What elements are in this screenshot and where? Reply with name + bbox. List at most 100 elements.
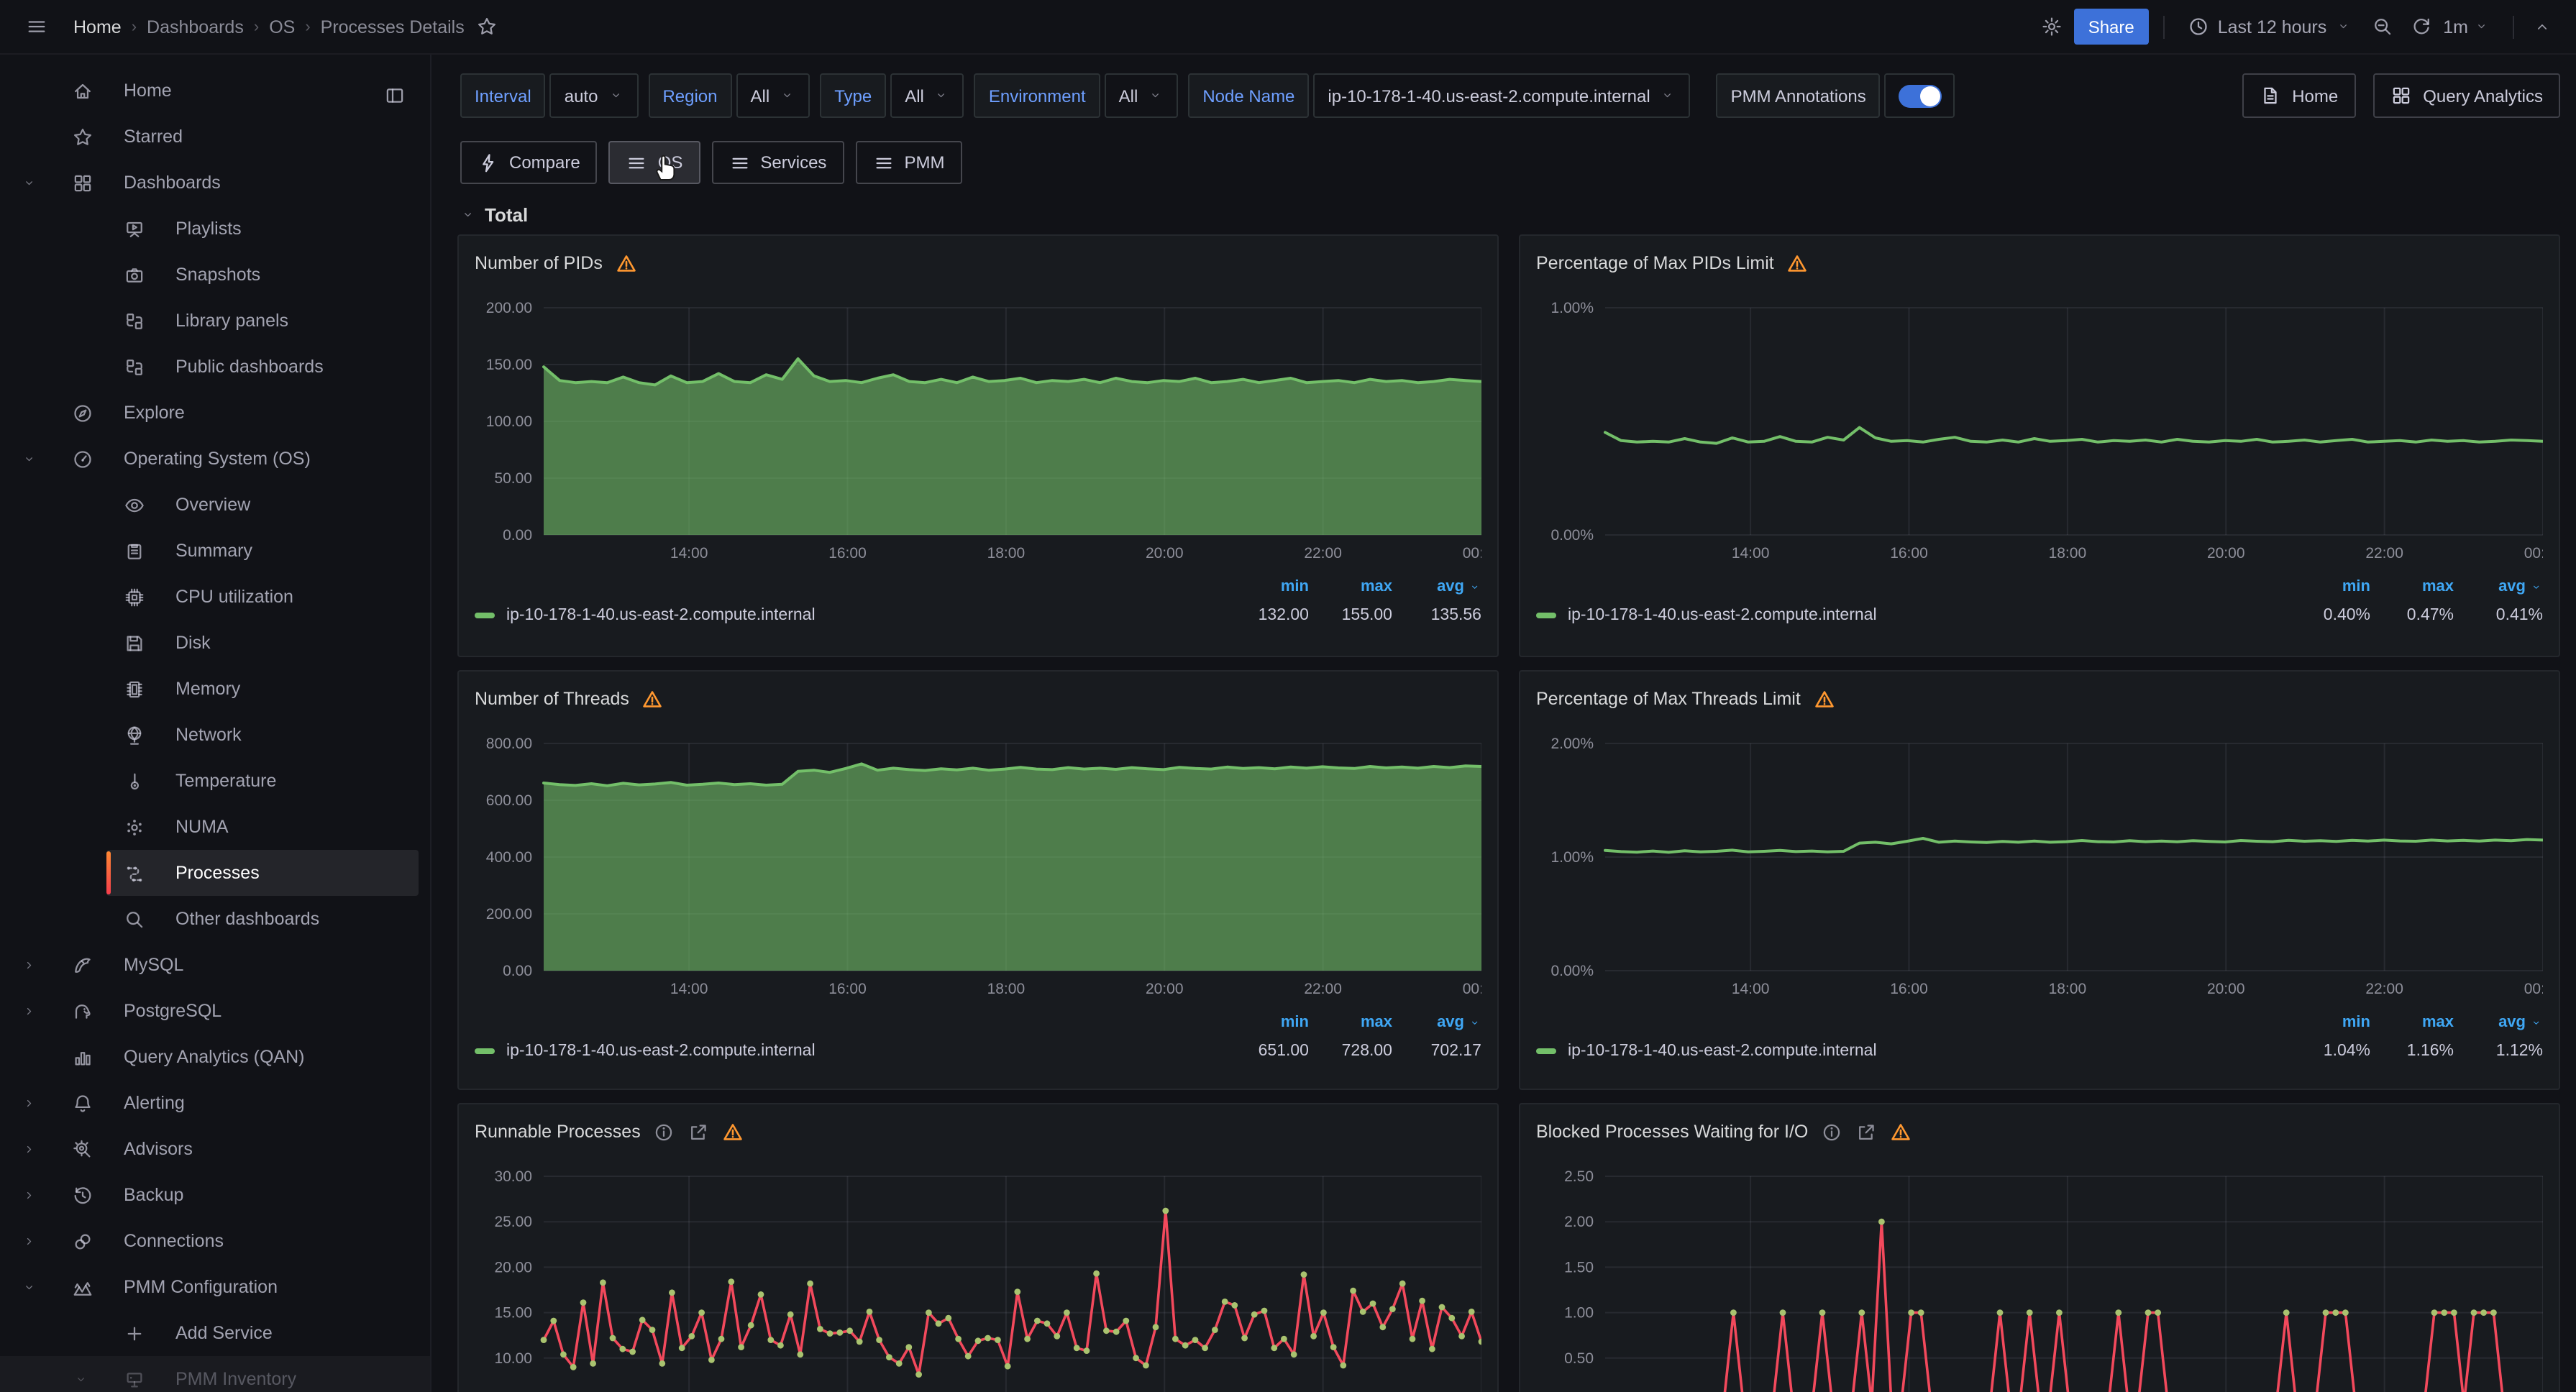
sidebar-item-home[interactable]: Home bbox=[0, 68, 430, 114]
chart-canvas-pids_pct[interactable]: 0.00%1.00%14:0016:0018:0020:0022:0000:00 bbox=[1536, 280, 2543, 568]
filter-value-region[interactable]: All bbox=[736, 73, 810, 118]
legend-sort-avg[interactable]: avg bbox=[2454, 1014, 2543, 1031]
external-link-icon[interactable] bbox=[1855, 1121, 1877, 1143]
legend-series-name[interactable]: ip-10-178-1-40.us-east-2.compute.interna… bbox=[1536, 607, 2287, 624]
sidebar-item-pmm-configuration[interactable]: PMM Configuration bbox=[0, 1264, 430, 1310]
sidebar-item-snapshots[interactable]: Snapshots bbox=[0, 252, 430, 298]
sidebar-item-overview[interactable]: Overview bbox=[0, 482, 430, 528]
compare-button[interactable]: Compare bbox=[460, 141, 598, 184]
chevron-down-icon bbox=[17, 1279, 40, 1295]
legend-sort-max[interactable]: max bbox=[2370, 578, 2454, 595]
breadcrumb-dashboards[interactable]: Dashboards bbox=[147, 17, 244, 37]
services-menu-button[interactable]: Services bbox=[711, 141, 844, 184]
filter-value-interval[interactable]: auto bbox=[550, 73, 639, 118]
sidebar-item-advisors[interactable]: Advisors bbox=[0, 1126, 430, 1172]
breadcrumb-home[interactable]: Home bbox=[73, 17, 122, 37]
sidebar-item-mysql[interactable]: MySQL bbox=[0, 942, 430, 988]
legend-sort-max[interactable]: max bbox=[1309, 578, 1392, 595]
sidebar-item-label: Network bbox=[175, 725, 242, 745]
warning-icon[interactable] bbox=[723, 1121, 744, 1143]
chart-canvas-blocked[interactable]: 0.501.001.502.002.5014:0016:0018:0020:00… bbox=[1536, 1149, 2543, 1392]
svg-text:20:00: 20:00 bbox=[2207, 981, 2245, 997]
sidebar-item-label: Connections bbox=[124, 1231, 224, 1251]
sidebar-item-pmm-inventory[interactable]: PMM Inventory bbox=[0, 1356, 430, 1392]
refresh-button[interactable] bbox=[2404, 10, 2434, 43]
filter-interval: Interval auto bbox=[460, 73, 638, 118]
refresh-interval-picker[interactable]: 1m bbox=[2440, 11, 2498, 42]
time-range-label: Last 12 hours bbox=[2218, 17, 2327, 37]
chart-canvas-threads_pct[interactable]: 0.00%1.00%2.00%14:0016:0018:0020:0022:00… bbox=[1536, 716, 2543, 1004]
menu-toggle-button[interactable] bbox=[20, 10, 53, 43]
sidebar-item-connections[interactable]: Connections bbox=[0, 1218, 430, 1264]
filter-label-node-name: Node Name bbox=[1188, 73, 1309, 118]
sidebar-item-temperature[interactable]: Temperature bbox=[0, 758, 430, 804]
sidebar-item-backup[interactable]: Backup bbox=[0, 1172, 430, 1218]
pmm-annotations-toggle[interactable] bbox=[1885, 73, 1955, 118]
breadcrumb-os[interactable]: OS bbox=[269, 17, 295, 37]
breadcrumb-separator: › bbox=[254, 18, 259, 35]
list-icon bbox=[626, 152, 648, 173]
dashboard-settings-button[interactable] bbox=[2035, 10, 2068, 43]
zoom-out-button[interactable] bbox=[2365, 10, 2398, 43]
svg-text:0.50: 0.50 bbox=[1564, 1350, 1594, 1367]
sidebar-item-playlists[interactable]: Playlists bbox=[0, 206, 430, 252]
sidebar-item-memory[interactable]: Memory bbox=[0, 666, 430, 712]
info-icon[interactable] bbox=[1821, 1121, 1842, 1143]
info-icon[interactable] bbox=[654, 1121, 675, 1143]
share-button[interactable]: Share bbox=[2074, 9, 2149, 45]
query-analytics-button[interactable]: Query Analytics bbox=[2372, 73, 2560, 118]
legend-sort-min[interactable]: min bbox=[1225, 1014, 1309, 1031]
legend-sort-min[interactable]: min bbox=[2287, 578, 2370, 595]
legend-series-name[interactable]: ip-10-178-1-40.us-east-2.compute.interna… bbox=[1536, 1043, 2287, 1060]
warning-icon[interactable] bbox=[1787, 252, 1809, 274]
sidebar-item-public-dashboards[interactable]: Public dashboards bbox=[0, 344, 430, 390]
legend-sort-max[interactable]: max bbox=[1309, 1014, 1392, 1031]
legend-series-name[interactable]: ip-10-178-1-40.us-east-2.compute.interna… bbox=[475, 607, 1225, 624]
home-dashboard-button[interactable]: Home bbox=[2242, 73, 2355, 118]
kiosk-mode-button[interactable] bbox=[2529, 13, 2556, 40]
warning-icon[interactable] bbox=[616, 252, 637, 274]
pmm-menu-button[interactable]: PMM bbox=[855, 141, 962, 184]
chart-canvas-runnable[interactable]: 5.0010.0015.0020.0025.0030.0014:0016:001… bbox=[475, 1149, 1481, 1392]
sidebar-item-alerting[interactable]: Alerting bbox=[0, 1080, 430, 1126]
svg-text:2.00: 2.00 bbox=[1564, 1214, 1594, 1230]
warning-icon[interactable] bbox=[1890, 1121, 1912, 1143]
warning-icon[interactable] bbox=[642, 688, 664, 710]
sidebar-item-cpu-utilization[interactable]: CPU utilization bbox=[0, 574, 430, 620]
sidebar-item-library-panels[interactable]: Library panels bbox=[0, 298, 430, 344]
legend-series-name[interactable]: ip-10-178-1-40.us-east-2.compute.interna… bbox=[475, 1043, 1225, 1060]
sidebar-item-summary[interactable]: Summary bbox=[0, 528, 430, 574]
os-menu-button[interactable]: OS bbox=[609, 141, 700, 184]
sidebar-item-numa[interactable]: NUMA bbox=[0, 804, 430, 850]
legend-sort-avg[interactable]: avg bbox=[1392, 578, 1481, 595]
sidebar-item-dashboards[interactable]: Dashboards bbox=[0, 160, 430, 206]
series-swatch bbox=[1536, 1048, 1556, 1054]
sidebar-collapse-button[interactable] bbox=[378, 79, 411, 112]
legend-sort-max[interactable]: max bbox=[2370, 1014, 2454, 1031]
sidebar-item-network[interactable]: Network bbox=[0, 712, 430, 758]
sidebar-item-processes[interactable]: Processes bbox=[0, 850, 430, 896]
sidebar-item-postgresql[interactable]: PostgreSQL bbox=[0, 988, 430, 1034]
sidebar-item-add-service[interactable]: Add Service bbox=[0, 1310, 430, 1356]
sidebar-item-other-dashboards[interactable]: Other dashboards bbox=[0, 896, 430, 942]
legend-sort-avg[interactable]: avg bbox=[1392, 1014, 1481, 1031]
sidebar-item-operating-system-os[interactable]: Operating System (OS) bbox=[0, 436, 430, 482]
filter-value-node-name[interactable]: ip-10-178-1-40.us-east-2.compute.interna… bbox=[1313, 73, 1690, 118]
chart-canvas-pids[interactable]: 0.0050.00100.00150.00200.0014:0016:0018:… bbox=[475, 280, 1481, 568]
row-header-total[interactable]: Total bbox=[460, 204, 2576, 226]
legend-sort-avg[interactable]: avg bbox=[2454, 578, 2543, 595]
time-range-picker[interactable]: Last 12 hours bbox=[2179, 10, 2360, 43]
filter-value-type[interactable]: All bbox=[890, 73, 964, 118]
warning-icon[interactable] bbox=[1814, 688, 1835, 710]
sidebar-item-query-analytics-qan[interactable]: Query Analytics (QAN) bbox=[0, 1034, 430, 1080]
sidebar-item-starred[interactable]: Starred bbox=[0, 114, 430, 160]
filter-value-environment[interactable]: All bbox=[1105, 73, 1179, 118]
legend-sort-min[interactable]: min bbox=[1225, 578, 1309, 595]
external-link-icon[interactable] bbox=[688, 1121, 710, 1143]
chart-canvas-threads[interactable]: 0.00200.00400.00600.00800.0014:0016:0018… bbox=[475, 716, 1481, 1004]
favorite-star-button[interactable] bbox=[470, 10, 503, 43]
legend-sort-min[interactable]: min bbox=[2287, 1014, 2370, 1031]
sidebar-item-disk[interactable]: Disk bbox=[0, 620, 430, 666]
sidebar-item-explore[interactable]: Explore bbox=[0, 390, 430, 436]
active-indicator bbox=[106, 851, 111, 894]
